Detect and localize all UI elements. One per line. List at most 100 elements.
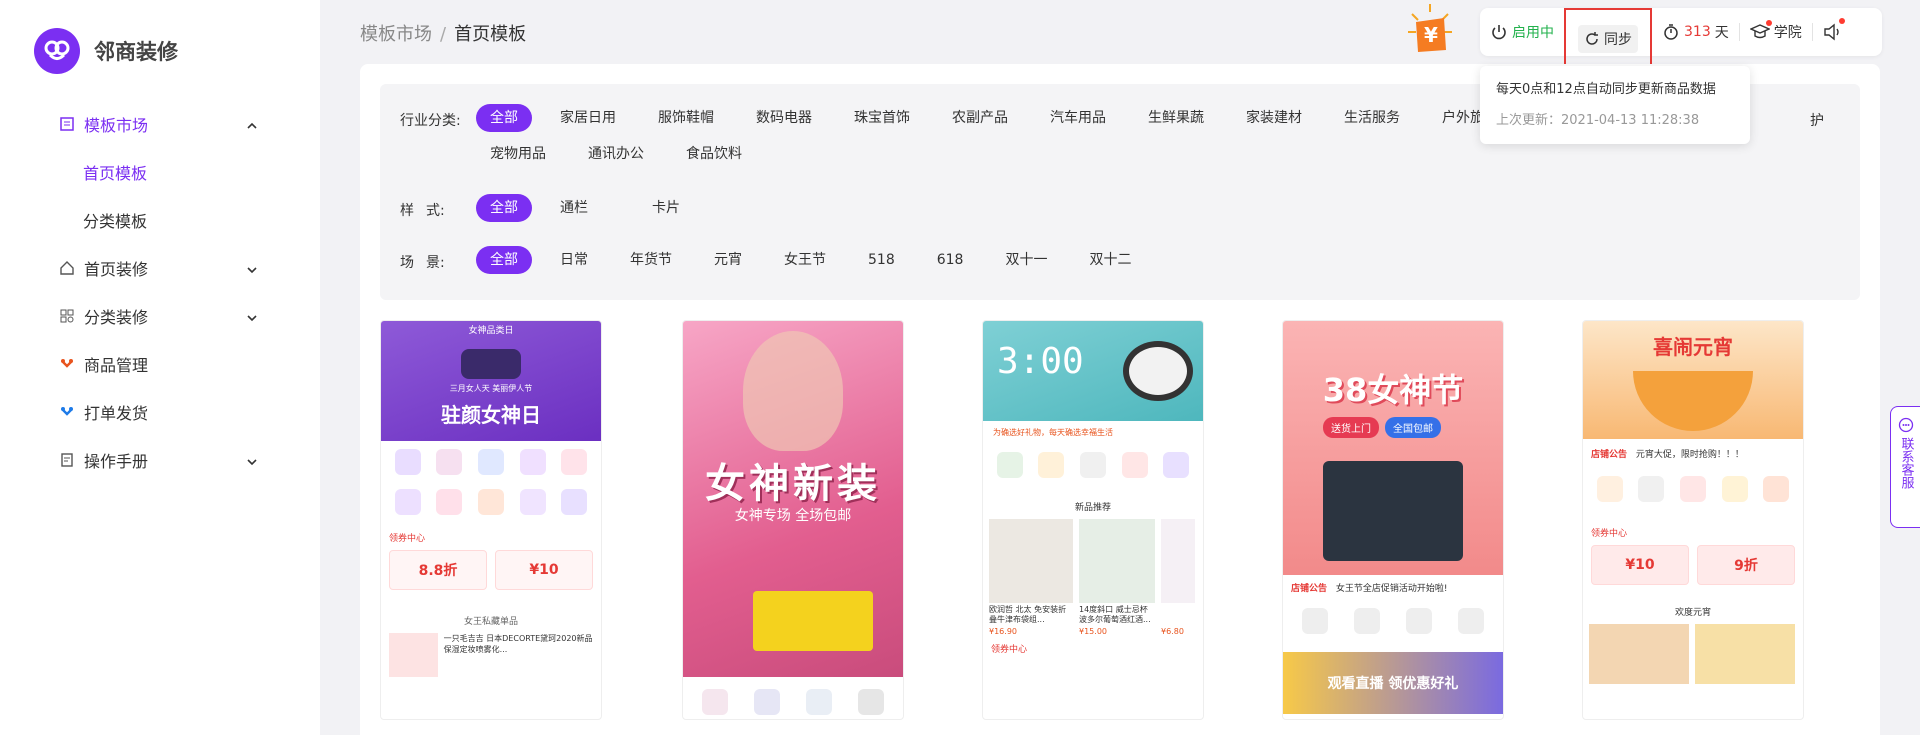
style-chip[interactable]: 全部 bbox=[476, 194, 532, 222]
status-toggle[interactable]: 启用中 bbox=[1480, 8, 1564, 56]
scene-chip[interactable]: 全部 bbox=[476, 246, 532, 274]
template-card[interactable]: 喜闹元宵 店铺公告 元宵大促，限时抢购！！！ 领券中心 ¥10 9折 欢度元宵 bbox=[1582, 320, 1804, 720]
home-icon bbox=[58, 259, 76, 277]
template-card[interactable]: 女神新装 女神专场 全场包邮 bbox=[682, 320, 904, 720]
industry-chip[interactable]: 全部 bbox=[476, 104, 532, 132]
industry-chip[interactable]: 通讯办公 bbox=[574, 140, 658, 168]
customer-service-tab[interactable]: 联系客服 bbox=[1890, 406, 1920, 528]
clutch-bag-image bbox=[753, 591, 873, 651]
category-icon bbox=[1458, 608, 1484, 634]
category-icon bbox=[1302, 608, 1328, 634]
card-banner: 3:00 bbox=[983, 321, 1203, 421]
coupon-list: ¥10 9折 bbox=[1583, 545, 1803, 585]
product-price: ¥15.00 bbox=[1079, 627, 1107, 636]
scene-label-b: 景: bbox=[426, 255, 445, 271]
template-card[interactable]: 女神品类日 三月女人天 美丽伊人节 驻颜女神日 领券中心 8.8折 ¥10 女王… bbox=[380, 320, 602, 720]
template-card[interactable]: 38女神节 送货上门 全国包邮 店铺公告 女王节全店促销活动开始啦! 观看直播 … bbox=[1282, 320, 1504, 720]
promo-badge[interactable]: ¥ bbox=[1400, 2, 1460, 62]
sidebar-item-label: 操作手册 bbox=[84, 452, 149, 471]
days-remaining[interactable]: 313 天 bbox=[1652, 8, 1739, 56]
scene-chip[interactable]: 年货节 bbox=[616, 246, 686, 274]
industry-chip[interactable]: 生活服务 bbox=[1330, 104, 1414, 132]
sidebar-item-category-decor[interactable]: 分类装修 bbox=[0, 292, 320, 340]
industry-chip[interactable]: 珠宝首饰 bbox=[840, 104, 924, 132]
announcement-button[interactable] bbox=[1813, 8, 1857, 56]
notification-dot bbox=[1838, 18, 1845, 24]
scene-chip[interactable]: 518 bbox=[854, 246, 909, 274]
product-image bbox=[389, 633, 438, 677]
sidebar-item-goods[interactable]: 商品管理 bbox=[0, 340, 320, 388]
sync-tooltip: 每天0点和12点自动同步更新商品数据 上次更新：2021-04-13 11:28… bbox=[1480, 66, 1750, 144]
logo[interactable]: 邻商装修 bbox=[34, 28, 178, 74]
product-image bbox=[1695, 624, 1795, 684]
speaker-icon bbox=[1824, 23, 1839, 41]
scene-chip[interactable]: 元宵 bbox=[700, 246, 756, 274]
category-icon bbox=[519, 489, 546, 515]
scene-chip[interactable]: 双十二 bbox=[1075, 246, 1145, 274]
category-icon bbox=[394, 489, 421, 515]
product-image bbox=[1589, 624, 1689, 684]
sidebar-item-category-template[interactable]: 分类模板 bbox=[0, 196, 320, 244]
category-icon bbox=[1638, 476, 1665, 502]
industry-chip[interactable]: 服饰鞋帽 bbox=[644, 104, 728, 132]
category-icons bbox=[381, 441, 601, 475]
product-grid bbox=[1583, 618, 1803, 690]
breadcrumb: 模板市场 / 首页模板 bbox=[360, 20, 526, 46]
category-icon bbox=[436, 449, 463, 475]
category-icon bbox=[754, 689, 780, 715]
category-icons bbox=[983, 444, 1203, 478]
academy-link[interactable]: 学院 bbox=[1740, 8, 1812, 56]
sidebar-item-home-decor[interactable]: 首页装修 bbox=[0, 244, 320, 292]
card-title: 3:00 bbox=[997, 341, 1084, 382]
sidebar: 邻商装修 模板市场 首页模板 分类模板 首页装修 分类装修 商品管理 打单发货 bbox=[0, 0, 320, 735]
category-icon bbox=[436, 489, 463, 515]
card-title: 38女神节 bbox=[1322, 371, 1464, 409]
industry-chip[interactable]: 家居日用 bbox=[546, 104, 630, 132]
sync-button[interactable]: 同步 bbox=[1564, 8, 1652, 70]
chat-icon bbox=[1898, 417, 1913, 433]
breadcrumb-parent[interactable]: 模板市场 bbox=[360, 24, 432, 45]
category-icon bbox=[1354, 608, 1380, 634]
product-image bbox=[1161, 519, 1195, 603]
category-icon bbox=[806, 689, 832, 715]
scene-chip[interactable]: 女王节 bbox=[770, 246, 840, 274]
scene-chip[interactable]: 日常 bbox=[546, 246, 602, 274]
notice-label: 店铺公告 bbox=[1591, 450, 1628, 460]
industry-chip[interactable]: 家装建材 bbox=[1232, 104, 1316, 132]
card-tag: 女神品类日 bbox=[468, 326, 514, 336]
industry-chip-partial[interactable]: 护 bbox=[1810, 110, 1824, 130]
tooltip-last-update: 上次更新：2021-04-13 11:28:38 bbox=[1496, 109, 1734, 128]
category-icon bbox=[858, 689, 884, 715]
category-icon bbox=[1763, 476, 1790, 502]
card-subtitle: 女神专场 全场包邮 bbox=[734, 508, 852, 524]
sidebar-item-manual[interactable]: 操作手册 bbox=[0, 436, 320, 484]
industry-chip[interactable]: 数码电器 bbox=[742, 104, 826, 132]
badge-row: 送货上门 全国包邮 bbox=[1323, 417, 1441, 438]
sidebar-item-shipping[interactable]: 打单发货 bbox=[0, 388, 320, 436]
industry-chip[interactable]: 食品饮料 bbox=[672, 140, 756, 168]
coupon: 9折 bbox=[1697, 545, 1795, 585]
industry-chip[interactable]: 宠物用品 bbox=[476, 140, 560, 168]
chevron-down-icon bbox=[246, 309, 258, 328]
sidebar-item-template-market[interactable]: 模板市场 bbox=[0, 100, 320, 148]
card-banner: 38女神节 送货上门 全国包邮 bbox=[1283, 321, 1503, 575]
scene-chip[interactable]: 双十一 bbox=[991, 246, 1061, 274]
chevron-up-icon bbox=[246, 117, 258, 136]
sidebar-item-label: 首页装修 bbox=[84, 260, 149, 279]
coupon-center-label: 领券中心 bbox=[1591, 529, 1628, 539]
style-chip[interactable]: 卡片 bbox=[638, 194, 694, 222]
category-icon bbox=[1038, 452, 1065, 478]
style-chip[interactable]: 通栏 bbox=[546, 194, 602, 222]
card-title: 女神新装 bbox=[705, 461, 881, 507]
sidebar-item-home-template[interactable]: 首页模板 bbox=[0, 148, 320, 196]
style-chips: 全部 通栏 卡片 bbox=[476, 194, 708, 222]
template-card[interactable]: 3:00 为确选好礼物，每天确选幸福生活 新品推荐 欧润哲 北太 免安装折叠牛津… bbox=[982, 320, 1204, 720]
scene-chip[interactable]: 618 bbox=[923, 246, 978, 274]
robot-vacuum-image bbox=[1123, 341, 1193, 401]
customer-service-label: 联系客服 bbox=[1898, 437, 1914, 489]
industry-chip[interactable]: 农副产品 bbox=[938, 104, 1022, 132]
category-icon bbox=[996, 452, 1023, 478]
industry-chip[interactable]: 生鲜果蔬 bbox=[1134, 104, 1218, 132]
industry-chip[interactable]: 汽车用品 bbox=[1036, 104, 1120, 132]
refresh-icon bbox=[1586, 32, 1598, 45]
